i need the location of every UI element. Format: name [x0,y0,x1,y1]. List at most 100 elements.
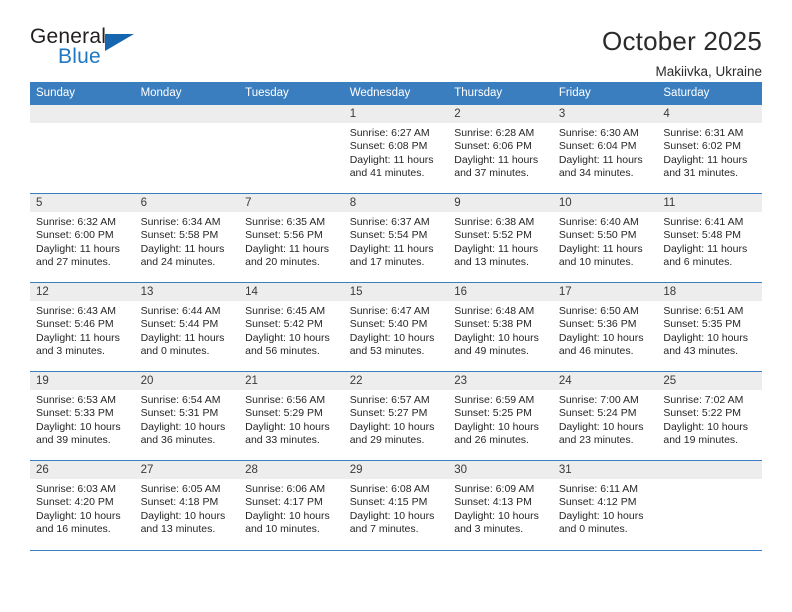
calendar-day-cell[interactable]: 16 Sunrise: 6:48 AM Sunset: 5:38 PM Dayligh… [448,282,553,372]
sunrise-text: Sunrise: 6:50 AM [558,305,639,317]
page-title: October 2025 [602,26,762,56]
logo-triangle-icon [105,34,134,51]
daylight-text: Daylight: 10 hours and 46 minutes. [558,331,644,358]
weekday-header-saturday: Saturday [657,82,762,105]
day-number: 11 [657,194,762,212]
calendar-day-cell[interactable]: 6 Sunrise: 6:34 AM Sunset: 5:58 PM Daylight… [134,193,240,283]
day-number: 29 [343,461,449,479]
day-details: Sunrise: 6:48 AM Sunset: 5:38 PM Daylight:… [448,301,553,359]
day-details: Sunrise: 6:54 AM Sunset: 5:31 PM Daylight:… [135,390,240,448]
day-details: Sunrise: 6:59 AM Sunset: 5:25 PM Daylight:… [448,390,553,448]
weekday-header-wednesday: Wednesday [343,82,449,105]
day-number: 7 [239,194,344,212]
calendar-day-cell[interactable]: 20 Sunrise: 6:54 AM Sunset: 5:31 PM Dayligh… [134,371,240,461]
sunrise-text: Sunrise: 6:35 AM [245,216,326,228]
sunset-text: Sunset: 5:58 PM [140,229,219,242]
day-details: Sunrise: 6:11 AM Sunset: 4:12 PM Daylight:… [553,479,658,537]
day-details: Sunrise: 6:45 AM Sunset: 5:42 PM Daylight:… [239,301,344,359]
day-details: Sunrise: 6:56 AM Sunset: 5:29 PM Daylight:… [239,390,344,448]
calendar-day-cell[interactable]: 3 Sunrise: 6:30 AM Sunset: 6:04 PM Daylight… [552,104,658,194]
calendar-day-cell[interactable]: 4 Sunrise: 6:31 AM Sunset: 6:02 PM Daylight… [657,104,762,194]
logo-text-general: General [30,25,107,48]
day-number: 17 [552,283,658,301]
calendar-day-cell[interactable]: 22 Sunrise: 6:57 AM Sunset: 5:27 PM Dayligh… [343,371,449,461]
calendar-day-cell[interactable]: 15 Sunrise: 6:47 AM Sunset: 5:40 PM Dayligh… [343,282,449,372]
daylight-text: Daylight: 11 hours and 6 minutes. [663,242,748,269]
sunset-text: Sunset: 5:54 PM [349,229,428,242]
general-blue-logo[interactable]: General Blue [30,26,180,74]
weekday-header-sunday: Sunday [30,82,135,105]
day-details: Sunrise: 7:00 AM Sunset: 5:24 PM Daylight:… [553,390,658,448]
calendar-day-cell[interactable]: 17 Sunrise: 6:50 AM Sunset: 5:36 PM Dayligh… [552,282,658,372]
day-details: Sunrise: 6:41 AM Sunset: 5:48 PM Daylight:… [657,212,762,270]
calendar-week-row: 5 Sunrise: 6:32 AM Sunset: 6:00 PM Daylight… [30,193,762,283]
calendar-day-cell[interactable]: 13 Sunrise: 6:44 AM Sunset: 5:44 PM Dayligh… [134,282,240,372]
sunrise-text: Sunrise: 6:53 AM [36,394,116,406]
day-details: Sunrise: 6:47 AM Sunset: 5:40 PM Daylight:… [344,301,449,359]
sunrise-text: Sunrise: 6:32 AM [36,216,116,228]
day-number: 22 [343,372,449,390]
page-header: General Blue October 2025 Makiivka, Ukra… [30,0,762,79]
calendar-day-cell[interactable]: 28 Sunrise: 6:06 AM Sunset: 4:17 PM Dayligh… [239,460,344,550]
calendar-day-cell[interactable]: 2 Sunrise: 6:28 AM Sunset: 6:06 PM Daylight… [448,104,553,194]
calendar-day-cell[interactable]: 23 Sunrise: 6:59 AM Sunset: 5:25 PM Dayligh… [448,371,553,461]
calendar-day-cell[interactable]: 1 Sunrise: 6:27 AM Sunset: 6:08 PM Daylight… [343,104,449,194]
calendar-day-cell[interactable]: 25 Sunrise: 7:02 AM Sunset: 5:22 PM Dayligh… [657,371,762,461]
day-details: Sunrise: 6:51 AM Sunset: 5:35 PM Daylight:… [657,301,762,359]
calendar-bottom-rule [30,549,762,551]
calendar-week-row: 19 Sunrise: 6:53 AM Sunset: 5:33 PM Dayligh… [30,371,762,461]
calendar-day-cell[interactable]: 18 Sunrise: 6:51 AM Sunset: 5:35 PM Dayligh… [657,282,762,372]
sunset-text: Sunset: 5:56 PM [245,229,323,242]
calendar-day-cell[interactable]: 21 Sunrise: 6:56 AM Sunset: 5:29 PM Dayligh… [239,371,344,461]
day-details: Sunrise: 6:50 AM Sunset: 5:36 PM Daylight:… [553,301,658,359]
sunrise-text: Sunrise: 6:37 AM [349,216,430,228]
daylight-text: Daylight: 11 hours and 13 minutes. [454,242,539,269]
daylight-text: Daylight: 10 hours and 53 minutes. [349,331,435,358]
calendar-week-row: 12 Sunrise: 6:43 AM Sunset: 5:46 PM Dayligh… [30,282,762,372]
day-number [134,105,240,123]
weekday-header-friday: Friday [552,82,658,105]
calendar-day-cell[interactable]: 8 Sunrise: 6:37 AM Sunset: 5:54 PM Daylight… [343,193,449,283]
weekday-header-row: Sunday Monday Tuesday Wednesday Thursday… [30,82,762,105]
calendar-day-cell[interactable]: 26 Sunrise: 6:03 AM Sunset: 4:20 PM Dayligh… [30,460,135,550]
page-subtitle: Makiivka, Ukraine [655,64,762,79]
sunrise-text: Sunrise: 6:56 AM [245,394,326,406]
sunset-text: Sunset: 4:17 PM [245,496,323,509]
sunrise-text: Sunrise: 6:30 AM [558,127,639,139]
daylight-text: Daylight: 11 hours and 3 minutes. [36,331,120,358]
day-details: Sunrise: 6:38 AM Sunset: 5:52 PM Daylight:… [448,212,553,270]
sunrise-text: Sunrise: 6:43 AM [36,305,116,317]
day-number: 28 [239,461,344,479]
day-details: Sunrise: 6:06 AM Sunset: 4:17 PM Daylight:… [239,479,344,537]
calendar-day-cell[interactable]: 5 Sunrise: 6:32 AM Sunset: 6:00 PM Daylight… [30,193,135,283]
calendar-day-cell[interactable]: 11 Sunrise: 6:41 AM Sunset: 5:48 PM Dayligh… [657,193,762,283]
calendar-day-cell[interactable]: 30 Sunrise: 6:09 AM Sunset: 4:13 PM Dayligh… [448,460,553,550]
calendar-day-cell[interactable]: 19 Sunrise: 6:53 AM Sunset: 5:33 PM Dayligh… [30,371,135,461]
daylight-text: Daylight: 11 hours and 0 minutes. [140,331,225,358]
sunrise-text: Sunrise: 6:44 AM [140,305,221,317]
calendar-day-cell[interactable]: 7 Sunrise: 6:35 AM Sunset: 5:56 PM Daylight… [239,193,344,283]
calendar-day-cell[interactable]: 12 Sunrise: 6:43 AM Sunset: 5:46 PM Dayligh… [30,282,135,372]
day-number: 20 [134,372,240,390]
sunrise-text: Sunrise: 6:54 AM [140,394,221,406]
day-details: Sunrise: 6:31 AM Sunset: 6:02 PM Daylight:… [657,123,762,181]
sunrise-text: Sunrise: 6:40 AM [558,216,639,228]
weekday-header-monday: Monday [134,82,240,105]
sunset-text: Sunset: 5:40 PM [349,318,428,331]
day-details: Sunrise: 6:34 AM Sunset: 5:58 PM Daylight:… [135,212,240,270]
calendar-day-cell[interactable]: 14 Sunrise: 6:45 AM Sunset: 5:42 PM Dayligh… [239,282,344,372]
daylight-text: Daylight: 11 hours and 24 minutes. [140,242,225,269]
sunset-text: Sunset: 6:04 PM [558,140,637,153]
daylight-text: Daylight: 10 hours and 10 minutes. [245,509,330,536]
daylight-text: Daylight: 10 hours and 29 minutes. [349,420,435,447]
calendar-day-cell[interactable]: 9 Sunrise: 6:38 AM Sunset: 5:52 PM Daylight… [448,193,553,283]
calendar-day-cell[interactable]: 10 Sunrise: 6:40 AM Sunset: 5:50 PM Dayligh… [552,193,658,283]
day-number: 4 [657,105,762,123]
daylight-text: Daylight: 10 hours and 0 minutes. [558,509,644,536]
sunset-text: Sunset: 6:00 PM [36,229,114,242]
calendar-day-cell[interactable]: 27 Sunrise: 6:05 AM Sunset: 4:18 PM Dayligh… [134,460,240,550]
calendar-day-cell[interactable]: 29 Sunrise: 6:08 AM Sunset: 4:15 PM Dayligh… [343,460,449,550]
sunrise-text: Sunrise: 6:47 AM [349,305,430,317]
calendar-day-cell[interactable]: 24 Sunrise: 7:00 AM Sunset: 5:24 PM Dayligh… [552,371,658,461]
calendar-day-cell[interactable]: 31 Sunrise: 6:11 AM Sunset: 4:12 PM Dayligh… [552,460,658,550]
